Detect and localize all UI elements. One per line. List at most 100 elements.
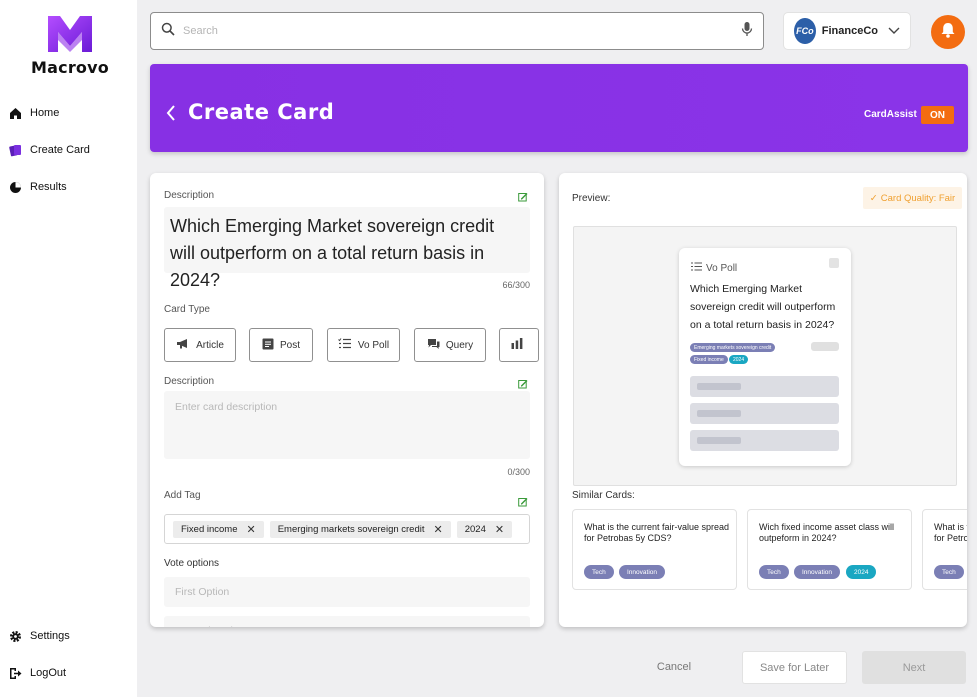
preview-card: Vo Poll Which Emerging Market sovereign …: [679, 248, 851, 466]
card-type-vo-poll-button[interactable]: Vo Poll: [327, 328, 400, 362]
sidebar-item-label: Create Card: [30, 144, 90, 156]
preview-tag-chip: 2024: [729, 355, 749, 364]
sidebar: Macrovo Home Create Card Results Setting…: [0, 0, 137, 697]
cancel-button[interactable]: Cancel: [634, 651, 714, 683]
similar-cards-label: Similar Cards:: [572, 490, 635, 501]
macrovo-logo-icon: [48, 16, 92, 52]
tag-input[interactable]: Fixed income ✕ Emerging markets sovereig…: [164, 514, 530, 544]
tag-label: Fixed income: [181, 523, 238, 535]
card-type-label: Query: [445, 339, 474, 351]
sidebar-item-create-card[interactable]: Create Card: [8, 143, 90, 157]
remove-tag-icon[interactable]: ✕: [434, 523, 443, 536]
card-type-query-button[interactable]: Query: [414, 328, 486, 362]
company-logo: FCo: [794, 18, 816, 44]
preview-card-type: Vo Poll: [691, 262, 737, 274]
preview-area: Vo Poll Which Emerging Market sovereign …: [573, 226, 957, 486]
preview-tag-chip: Fixed income: [690, 355, 728, 364]
preview-placeholder-bar: [811, 342, 839, 351]
vote-options-label: Vote options: [164, 558, 220, 569]
edit-icon[interactable]: [518, 376, 528, 389]
save-for-later-button[interactable]: Save for Later: [742, 651, 847, 684]
similar-tag-chip: Innovation: [619, 565, 665, 579]
pie-chart-icon: [8, 180, 22, 194]
sidebar-item-logout[interactable]: LogOut: [8, 666, 66, 680]
preview-option-bar: [690, 430, 839, 451]
remove-tag-icon[interactable]: ✕: [247, 523, 256, 536]
card-quality-badge: ✓ Card Quality: Fair: [863, 187, 962, 209]
search-bar[interactable]: [150, 12, 764, 50]
check-icon: ✓: [869, 192, 878, 204]
logout-icon: [8, 666, 22, 680]
company-selector[interactable]: FCo FinanceCo: [783, 12, 911, 50]
description-label: Description: [164, 376, 215, 387]
preview-card-type-label: Vo Poll: [706, 262, 738, 274]
tag-label: Emerging markets sovereign credit: [277, 523, 425, 535]
search-icon: [161, 22, 175, 41]
similar-card-question: Wich fixed income asset class will outpe…: [759, 522, 895, 543]
tag-chip: Emerging markets sovereign credit ✕: [269, 520, 451, 538]
sidebar-item-results[interactable]: Results: [8, 180, 67, 194]
card-type-article-button[interactable]: Article: [164, 328, 236, 362]
preview-tag-chip: Emerging markets sovereign credit: [690, 343, 776, 352]
sidebar-item-label: LogOut: [30, 667, 67, 679]
bell-icon: [939, 21, 957, 44]
sidebar-item-settings[interactable]: Settings: [8, 629, 70, 643]
sidebar-item-label: Home: [30, 107, 60, 119]
home-icon: [8, 106, 22, 120]
megaphone-icon: [176, 338, 190, 352]
notification-button[interactable]: [931, 15, 965, 49]
search-input[interactable]: [183, 25, 741, 37]
company-name: FinanceCo: [821, 25, 878, 37]
preview-card-checkbox: [829, 258, 839, 268]
card-type-chart-button[interactable]: [499, 328, 539, 362]
chat-icon: [427, 338, 440, 353]
card-quality-text: Card Quality: Fair: [880, 192, 956, 204]
tag-chip: Fixed income ✕: [173, 520, 264, 538]
back-arrow-icon[interactable]: [166, 105, 176, 126]
description-input[interactable]: Enter card description: [164, 391, 530, 459]
brand-logo[interactable]: Macrovo: [28, 14, 112, 77]
similar-tag-chip: 2024: [846, 565, 877, 579]
similar-card[interactable]: What is the current fair-value spread fo…: [572, 509, 737, 590]
edit-icon[interactable]: [518, 494, 528, 507]
microphone-icon[interactable]: [741, 21, 753, 42]
similar-tag-chip: Innovation: [794, 565, 840, 579]
question-counter: 66/300: [502, 280, 530, 290]
question-input[interactable]: Which Emerging Market sovereign credit w…: [164, 207, 530, 290]
card-form-panel: Description Which Emerging Market sovere…: [150, 173, 544, 627]
brand-name: Macrovo: [31, 58, 109, 77]
tag-chip: 2024 ✕: [456, 520, 513, 538]
second-option-input[interactable]: Second Option: [164, 616, 530, 627]
tag-label: 2024: [464, 523, 486, 535]
preview-card-question: Which Emerging Market sovereign credit w…: [690, 283, 836, 331]
add-tag-label: Add Tag: [164, 490, 201, 501]
gear-icon: [8, 629, 22, 643]
edit-icon[interactable]: [518, 189, 528, 202]
cards-icon: [8, 143, 22, 157]
description-counter: 0/300: [507, 467, 530, 477]
question-label: Description: [164, 190, 215, 201]
document-icon: [262, 338, 274, 353]
page-header: Create Card CardAssist ON: [150, 64, 968, 152]
similar-card-question: What is the current fair-value spread fo…: [934, 522, 967, 543]
next-button[interactable]: Next: [862, 651, 966, 684]
similar-card[interactable]: Wich fixed income asset class will outpe…: [747, 509, 912, 590]
similar-tag-chip: Tech: [759, 565, 789, 579]
similar-tag-chip: Tech: [934, 565, 964, 579]
sidebar-item-label: Results: [30, 181, 67, 193]
preview-panel: Preview: ✓ Card Quality: Fair Vo Poll Wh…: [559, 173, 967, 627]
similar-card[interactable]: What is the current fair-value spread fo…: [922, 509, 967, 590]
card-type-label: Post: [279, 339, 300, 351]
list-icon: [338, 338, 352, 352]
card-assist-label: CardAssist: [864, 109, 917, 120]
remove-tag-icon[interactable]: ✕: [495, 523, 504, 536]
sidebar-item-home[interactable]: Home: [8, 106, 59, 120]
preview-option-bar: [690, 376, 839, 397]
similar-card-question: What is the current fair-value spread fo…: [584, 522, 730, 543]
card-assist-toggle[interactable]: ON: [921, 106, 954, 124]
first-option-input[interactable]: First Option: [164, 577, 530, 607]
card-type-post-button[interactable]: Post: [249, 328, 313, 362]
preview-option-bar: [690, 403, 839, 424]
bar-chart-icon: [511, 338, 523, 352]
sidebar-item-label: Settings: [30, 630, 70, 642]
